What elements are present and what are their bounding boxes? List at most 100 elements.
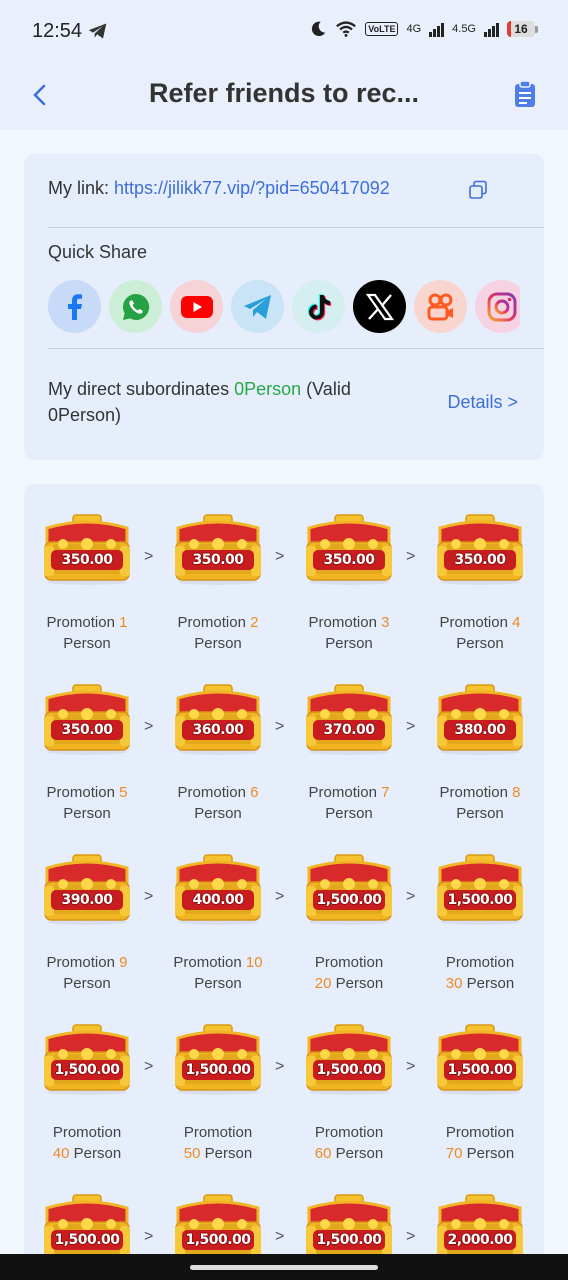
next-arrow-icon: > [275, 1228, 285, 1245]
treasure-chest-icon: 350.00 [41, 684, 133, 756]
reward-amount: 1,500.00 [54, 1232, 120, 1248]
reward-label-text: Promotion [439, 784, 513, 801]
reward-amount: 350.00 [192, 552, 244, 568]
whatsapp-icon [122, 293, 149, 320]
next-arrow-icon: > [275, 888, 285, 905]
reward-person-count: 4 [512, 614, 521, 631]
reward-cell: 360.00 Promotion 6 Person [155, 684, 281, 824]
reward-label-text: Promotion [445, 1124, 515, 1141]
treasure-chest-icon: 390.00 [41, 854, 133, 926]
reward-label: Promotion 6 Person [155, 782, 281, 824]
my-link-url[interactable]: https://jilikk77.vip/?pid=650417092 [114, 178, 390, 198]
reward-label: Promotion 8 Person [417, 782, 543, 824]
reward-cell: 1,500.00 Promotion 40 Person [24, 1024, 150, 1164]
reward-amount: 350.00 [61, 552, 113, 568]
quick-share-label: Quick Share [48, 242, 148, 262]
instagram-share-button[interactable] [475, 280, 520, 333]
reward-cell: 350.00 Promotion 2 Person [155, 514, 281, 654]
treasure-chest-icon: 1,500.00 [41, 1024, 133, 1096]
next-arrow-icon: > [406, 548, 416, 565]
clipboard-icon[interactable] [514, 80, 536, 108]
reward-amount: 1,500.00 [316, 1062, 382, 1078]
reward-cell: 1,500.00 Promotion 60 Person [286, 1024, 412, 1164]
system-nav-bar [0, 1254, 568, 1280]
reward-label: Promotion 1 Person [24, 612, 150, 654]
reward-person-count: 60 [314, 1145, 332, 1162]
reward-amount: 1,500.00 [54, 1062, 120, 1078]
reward-person-count: 20 [314, 975, 332, 992]
telegram-share-icon [243, 294, 271, 319]
reward-label: Promotion 60 Person [286, 1122, 412, 1164]
wifi-icon [336, 21, 357, 37]
reward-cell: 370.00 Promotion 7 Person [286, 684, 412, 824]
facebook-share-button[interactable] [48, 280, 101, 333]
reward-label-unit: Person [325, 805, 373, 822]
reward-label: Promotion 30 Person [417, 952, 543, 994]
divider [48, 227, 544, 228]
youtube-share-button[interactable] [170, 280, 223, 333]
whatsapp-share-button[interactable] [109, 280, 162, 333]
reward-label-text: Promotion [439, 614, 513, 631]
promotion-rewards-grid: 350.00 Promotion 1 Person >350.00 Promotion … [24, 484, 544, 1264]
reward-amount: 390.00 [61, 892, 113, 908]
reward-label-text: Promotion [177, 784, 251, 801]
kuaishou-share-button[interactable] [414, 280, 467, 333]
reward-cell: 350.00 Promotion 5 Person [24, 684, 150, 824]
reward-label: Promotion 2 Person [155, 612, 281, 654]
reward-label: Promotion 3 Person [286, 612, 412, 654]
telegram-share-button[interactable] [231, 280, 284, 333]
treasure-chest-icon: 350.00 [172, 514, 264, 586]
signal-icon [429, 21, 445, 37]
subordinates-label: My direct subordinates [48, 379, 235, 399]
reward-label-unit: Person [325, 635, 373, 652]
reward-label-unit: Person [200, 1145, 253, 1162]
reward-label-unit: Person [69, 1145, 122, 1162]
moon-icon [312, 21, 326, 37]
reward-amount: 350.00 [61, 722, 113, 738]
status-time: 12:54 [32, 20, 83, 42]
treasure-chest-icon: 1,500.00 [434, 1024, 526, 1096]
reward-amount: 1,500.00 [185, 1232, 251, 1248]
reward-label-unit: Person [331, 975, 384, 992]
treasure-chest-icon: 1,500.00 [172, 1024, 264, 1096]
reward-cell: 1,500.00 Promotion 50 Person [155, 1024, 281, 1164]
facebook-icon [67, 293, 82, 320]
reward-label: Promotion 4 Person [417, 612, 543, 654]
treasure-chest-icon: 360.00 [172, 684, 264, 756]
reward-label-text: Promotion [177, 614, 251, 631]
valid-count: 0Person) [48, 405, 122, 425]
page-title: Refer friends to rec... [148, 78, 420, 108]
reward-person-count: 1 [119, 614, 128, 631]
reward-label: Promotion 7 Person [286, 782, 412, 824]
reward-person-count: 7 [381, 784, 390, 801]
next-arrow-icon: > [406, 718, 416, 735]
reward-cell: 380.00 Promotion 8 Person [417, 684, 543, 824]
next-arrow-icon: > [275, 718, 285, 735]
subordinates-text: My direct subordinates 0Person (Valid 0Pe… [48, 376, 388, 428]
reward-amount: 350.00 [454, 552, 506, 568]
instagram-icon [487, 292, 516, 321]
treasure-chest-icon: 400.00 [172, 854, 264, 926]
x-share-button[interactable] [353, 280, 406, 333]
youtube-icon [180, 295, 213, 318]
tiktok-share-button[interactable] [292, 280, 345, 333]
tiktok-icon [307, 293, 331, 320]
home-indicator[interactable] [190, 1265, 378, 1270]
reward-label-unit: Person [462, 1145, 515, 1162]
reward-label: Promotion 9 Person [24, 952, 150, 994]
treasure-chest-icon: 1,500.00 [303, 854, 395, 926]
reward-label-text: Promotion [46, 954, 120, 971]
treasure-chest-icon: 350.00 [41, 514, 133, 586]
next-arrow-icon: > [144, 548, 154, 565]
my-link-row: My link: https://jilikk77.vip/?pid=65041… [48, 178, 390, 199]
reward-label-unit: Person [194, 975, 242, 992]
reward-amount: 1,500.00 [447, 892, 513, 908]
next-arrow-icon: > [144, 1058, 154, 1075]
reward-label-text: Promotion [52, 1124, 122, 1141]
divider [48, 348, 544, 349]
reward-label-text: Promotion [173, 954, 246, 971]
details-link[interactable]: Details > [447, 392, 518, 413]
referral-link-card: My link: https://jilikk77.vip/?pid=65041… [24, 154, 544, 460]
reward-label-unit: Person [63, 805, 111, 822]
copy-icon[interactable] [468, 180, 488, 200]
